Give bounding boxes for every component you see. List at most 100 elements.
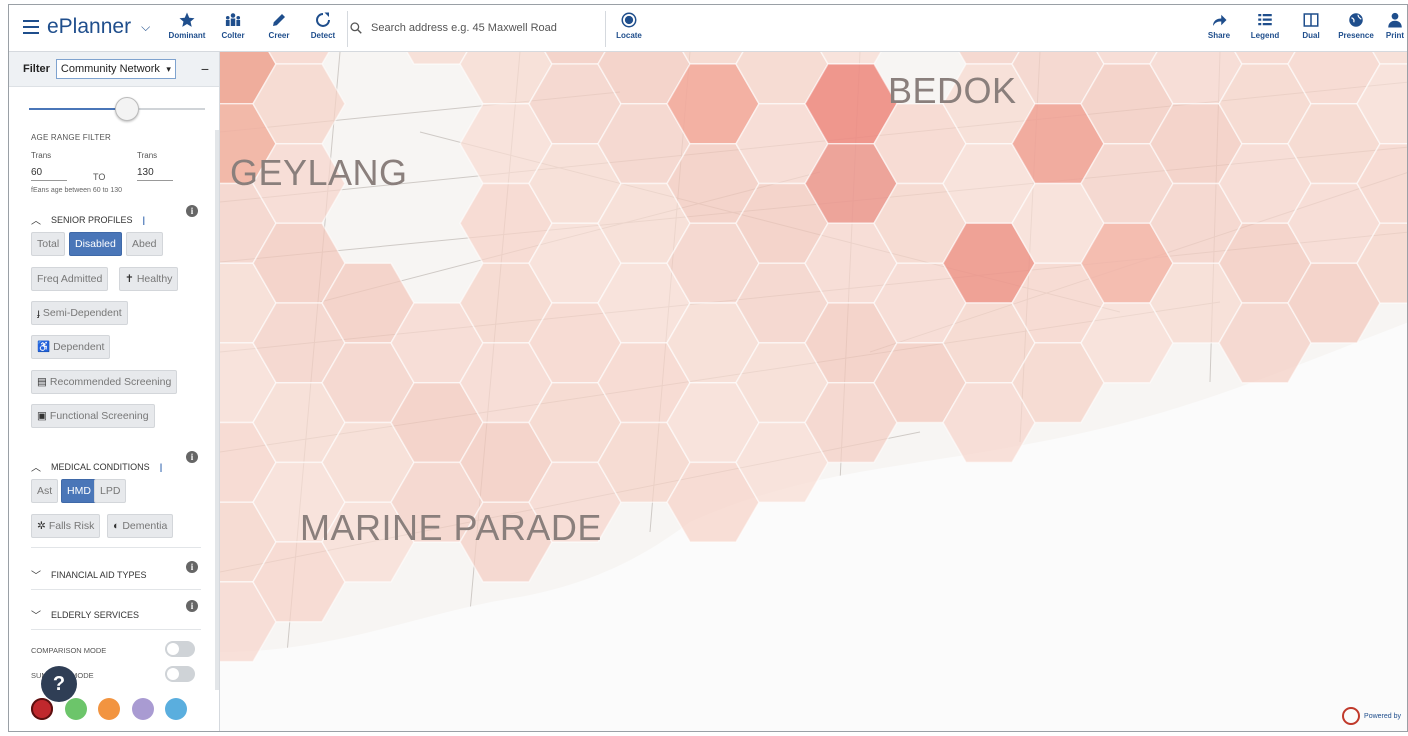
section-title: MEDICAL CONDITIONS: [51, 461, 150, 472]
filter-chip[interactable]: ◐ Dementia: [107, 514, 174, 538]
comparison-mode-toggle[interactable]: [165, 641, 195, 657]
chip-label: Disabled: [75, 238, 116, 250]
age-to-input[interactable]: 130: [137, 167, 173, 181]
help-button[interactable]: ?: [41, 666, 77, 702]
address-search[interactable]: [349, 15, 599, 41]
chip-icon: ▣: [37, 410, 47, 422]
tool-label: Print: [1385, 31, 1405, 40]
provider-logo: [1342, 707, 1361, 725]
age-range-note: fEans age between 60 to 130: [31, 187, 123, 194]
info-icon[interactable]: i: [186, 205, 198, 217]
color-swatch[interactable]: [31, 698, 53, 720]
filter-chip[interactable]: Abed: [126, 232, 163, 256]
filter-chip[interactable]: HMD: [61, 479, 97, 503]
locate-icon: [621, 12, 637, 28]
filter-select[interactable]: Community Network ▾: [55, 59, 176, 79]
section-marker: |: [159, 461, 163, 472]
chip-label: Ast: [37, 485, 53, 497]
tool-label: Dual: [1302, 31, 1320, 40]
filter-chip[interactable]: ▣ Functional Screening: [31, 404, 155, 428]
color-swatch[interactable]: [131, 698, 154, 720]
chip-label: Semi-Dependent: [42, 307, 122, 319]
tool-detect[interactable]: Detect: [299, 11, 347, 40]
section-elderly-services[interactable]: ﹀ ELDERLY SERVICES: [31, 607, 140, 623]
filter-chip[interactable]: ɟ Semi-Dependent: [31, 301, 128, 325]
filter-chip[interactable]: Total: [31, 232, 66, 256]
chevron-up-icon: ︿: [31, 216, 41, 227]
tool-legend[interactable]: Legend: [1241, 11, 1289, 40]
share-icon: [1213, 14, 1227, 26]
toolbar-divider: [347, 11, 348, 47]
divider: [31, 547, 201, 548]
refresh-icon: [316, 12, 330, 27]
color-swatch[interactable]: [64, 698, 87, 720]
tool-label: Legend: [1250, 31, 1280, 40]
section-medical-conditions[interactable]: ︿ MEDICAL CONDITIONS |: [31, 459, 163, 475]
color-swatch[interactable]: [165, 698, 187, 720]
age-from-input[interactable]: 60: [31, 167, 67, 181]
tool-dual[interactable]: Dual: [1287, 11, 1335, 40]
tool-label: Detect: [310, 31, 336, 40]
chip-label: HMD: [67, 485, 91, 497]
filter-select-value: Community Network: [60, 63, 160, 75]
age-range-heading: AGE RANGE FILTER: [31, 133, 111, 142]
summary-mode-toggle[interactable]: [165, 666, 195, 682]
tool-label: Creer: [268, 31, 290, 40]
search-icon: [350, 22, 362, 34]
filter-header: Filter Community Network ▾ −: [9, 52, 219, 87]
filter-chip[interactable]: ✝ Healthy: [119, 267, 179, 291]
info-icon[interactable]: i: [186, 600, 198, 612]
map-attribution: Powered by: [1342, 707, 1401, 725]
tool-print[interactable]: Print: [1371, 11, 1407, 40]
tool-share[interactable]: Share: [1195, 11, 1243, 40]
divider: [31, 589, 201, 590]
map-view[interactable]: BEDOK GEYLANG MARINE PARADE Powered by: [220, 52, 1407, 731]
brand-name: ePlanner: [47, 15, 132, 38]
filter-chip[interactable]: ♿ Dependent: [31, 335, 111, 359]
section-marker: |: [142, 214, 146, 225]
range-slider[interactable]: [29, 97, 205, 121]
chip-icon: ♿: [37, 341, 51, 353]
info-icon[interactable]: i: [186, 451, 198, 463]
chip-label: Abed: [132, 238, 157, 250]
tool-dominant[interactable]: Dominant: [163, 11, 211, 40]
group-icon: [225, 13, 241, 26]
tool-locate[interactable]: Locate: [605, 11, 653, 40]
filter-chip[interactable]: Disabled: [69, 232, 122, 256]
chevron-down-icon[interactable]: ⌵: [141, 20, 150, 35]
district-label-geylang: GEYLANG: [230, 152, 408, 193]
section-financial-aid[interactable]: ﹀ FINANCIAL AID TYPES: [31, 567, 147, 583]
list-icon: [1258, 14, 1272, 26]
filter-chip[interactable]: LPD: [94, 479, 127, 503]
section-senior-profiles[interactable]: ︿ SENIOR PROFILES |: [31, 212, 146, 228]
color-swatch[interactable]: [98, 698, 120, 720]
chip-label: Total: [37, 238, 60, 250]
user-icon: [1388, 12, 1402, 28]
filter-chip[interactable]: ▤ Recommended Screening: [31, 370, 178, 394]
chip-label: Functional Screening: [49, 410, 149, 422]
info-icon[interactable]: i: [186, 561, 198, 573]
brand-menu[interactable]: ePlanner ⌵: [23, 15, 150, 39]
slider-handle[interactable]: [114, 97, 139, 121]
filter-chip[interactable]: Freq Admitted: [31, 267, 109, 291]
tool-label: Dominant: [168, 31, 206, 40]
divider: [31, 629, 201, 630]
chevron-down-icon: ﹀: [31, 611, 41, 622]
tool-label: Share: [1207, 31, 1231, 40]
collapse-button[interactable]: −: [201, 61, 209, 77]
hamburger-icon[interactable]: [23, 20, 39, 34]
section-title: FINANCIAL AID TYPES: [51, 569, 147, 580]
district-label-marine-parade: MARINE PARADE: [300, 507, 602, 548]
filter-chip[interactable]: ✲ Falls Risk: [31, 514, 101, 538]
section-title: ELDERLY SERVICES: [51, 609, 140, 620]
search-input[interactable]: [369, 21, 593, 35]
app-window: ePlanner ⌵ Dominant Colter Creer Detect …: [8, 4, 1408, 732]
split-view-icon: [1303, 13, 1319, 27]
chip-label: Recommended Screening: [49, 376, 172, 388]
tool-label: Locate: [616, 31, 642, 40]
filter-chip[interactable]: Ast: [31, 479, 59, 503]
sidebar-scrollbar[interactable]: [215, 130, 219, 690]
tool-creer[interactable]: Creer: [255, 11, 303, 40]
tool-colter[interactable]: Colter: [209, 11, 257, 40]
chip-label: Freq Admitted: [37, 273, 103, 285]
